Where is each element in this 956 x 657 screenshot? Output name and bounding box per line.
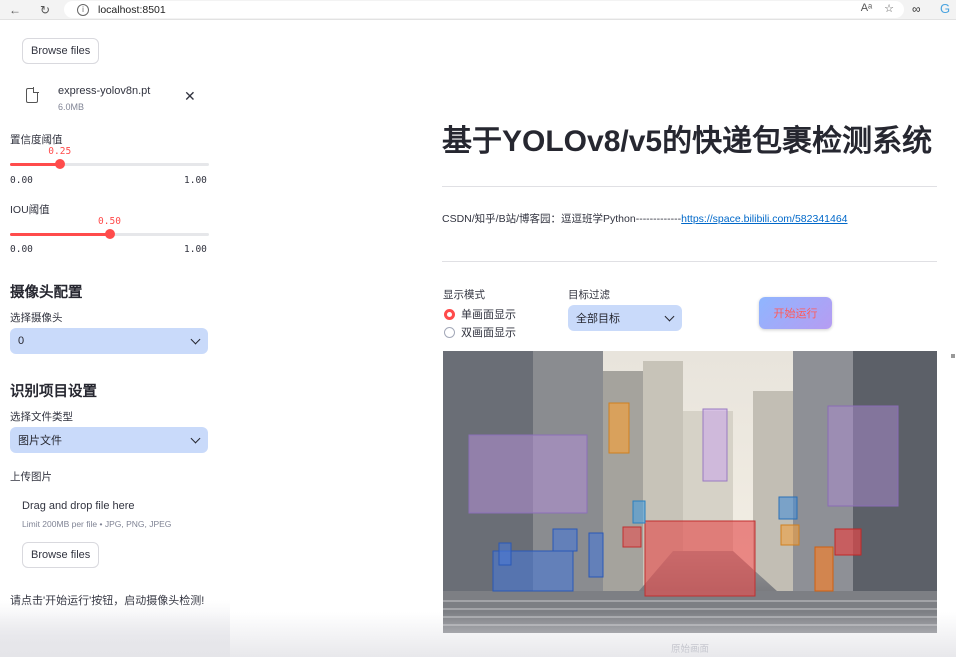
iou-max: 1.00 bbox=[184, 244, 207, 255]
street-scene-illustration bbox=[443, 351, 937, 633]
divider bbox=[442, 186, 937, 187]
browser-toolbar: ← ↻ i localhost:8501 Aᵃ ☆ ∞ G bbox=[0, 0, 956, 20]
target-filter-select[interactable]: 全部目标 bbox=[568, 305, 682, 331]
page-title: 基于YOLOv8/v5的快递包裹检测系统 bbox=[442, 125, 933, 158]
scroll-marker bbox=[951, 354, 955, 358]
file-type-label: 选择文件类型 bbox=[10, 411, 73, 423]
address-bar[interactable]: i localhost:8501 Aᵃ ☆ bbox=[64, 1, 904, 18]
iou-min: 0.00 bbox=[10, 244, 33, 255]
favorite-star-icon[interactable]: ☆ bbox=[884, 2, 894, 15]
browse-files-button-image[interactable]: Browse files bbox=[22, 542, 100, 568]
reload-icon[interactable]: ↻ bbox=[38, 3, 52, 17]
target-filter-value: 全部目标 bbox=[576, 313, 620, 325]
slider-value: 0.25 bbox=[48, 146, 72, 157]
camera-select-label: 选择摄像头 bbox=[10, 312, 63, 324]
confidence-min: 0.00 bbox=[10, 175, 33, 186]
file-type-select[interactable]: 图片文件 bbox=[10, 427, 208, 453]
slider-thumb[interactable] bbox=[54, 159, 65, 169]
file-name: express-yolov8n.pt bbox=[58, 85, 151, 97]
camera-notice: 请点击'开始运行'按钮，启动摄像头检测! bbox=[10, 595, 205, 607]
display-mode-label: 显示模式 bbox=[443, 289, 485, 301]
browse-files-button-model[interactable]: Browse files bbox=[22, 38, 100, 64]
extension-g-icon[interactable]: G bbox=[940, 1, 950, 16]
slider-value: 0.50 bbox=[98, 216, 121, 227]
recognition-section-heading: 识别项目设置 bbox=[10, 384, 97, 400]
extension-infinity-icon[interactable]: ∞ bbox=[912, 2, 921, 16]
target-filter-label: 目标过滤 bbox=[568, 289, 610, 301]
file-type-value: 图片文件 bbox=[18, 435, 62, 447]
read-aloud-icon[interactable]: Aᵃ bbox=[861, 2, 872, 15]
back-icon[interactable]: ← bbox=[8, 3, 22, 17]
radio-dual-view[interactable]: 双画面显示 bbox=[444, 324, 516, 340]
radio-single-view[interactable]: 单画面显示 bbox=[444, 306, 516, 322]
chevron-down-icon bbox=[190, 433, 201, 444]
radio-unselected-icon[interactable] bbox=[444, 326, 455, 338]
camera-section-heading: 摄像头配置 bbox=[10, 285, 83, 301]
divider bbox=[442, 261, 937, 262]
start-run-button[interactable]: 开始运行 bbox=[759, 297, 832, 329]
confidence-max: 1.00 bbox=[184, 175, 207, 186]
slider-fill bbox=[10, 163, 60, 166]
camera-select[interactable]: 0 bbox=[10, 328, 208, 354]
url-text: localhost:8501 bbox=[98, 3, 166, 16]
file-icon bbox=[26, 87, 39, 103]
sidebar: Browse files express-yolov8n.pt 6.0MB ✕ … bbox=[0, 20, 230, 657]
iou-slider[interactable]: 0.50 bbox=[10, 216, 209, 239]
dropzone-limit: Limit 200MB per file • JPG, PNG, JPEG bbox=[22, 519, 172, 529]
iou-label: IOU阈值 bbox=[10, 204, 50, 216]
radio-label: 单画面显示 bbox=[461, 309, 516, 321]
radio-label: 双画面显示 bbox=[461, 327, 516, 339]
info-icon[interactable]: i bbox=[77, 3, 89, 16]
upload-image-label: 上传图片 bbox=[10, 471, 52, 483]
confidence-slider[interactable]: 0.25 bbox=[10, 146, 209, 169]
bilibili-link[interactable]: https://space.bilibili.com/582341464 bbox=[681, 213, 847, 225]
close-icon[interactable]: ✕ bbox=[184, 88, 196, 105]
dropzone-title[interactable]: Drag and drop file here bbox=[22, 500, 135, 512]
credit-text: CSDN/知乎/B站/博客园：逗逗班学Python------------- bbox=[442, 213, 682, 225]
file-size: 6.0MB bbox=[58, 102, 85, 112]
chevron-down-icon bbox=[190, 334, 201, 345]
radio-selected-icon[interactable] bbox=[444, 308, 455, 320]
credit-line: CSDN/知乎/B站/博客园：逗逗班学Python-------------ht… bbox=[442, 211, 848, 226]
slider-fill bbox=[10, 233, 110, 236]
detection-image bbox=[443, 351, 937, 633]
confidence-label: 置信度阈值 bbox=[10, 134, 63, 146]
slider-thumb[interactable] bbox=[104, 229, 115, 239]
uploaded-file: express-yolov8n.pt 6.0MB ✕ bbox=[26, 84, 206, 120]
chevron-down-icon bbox=[664, 311, 675, 322]
image-caption: 原始画面 bbox=[670, 644, 709, 655]
camera-select-value: 0 bbox=[18, 335, 25, 347]
